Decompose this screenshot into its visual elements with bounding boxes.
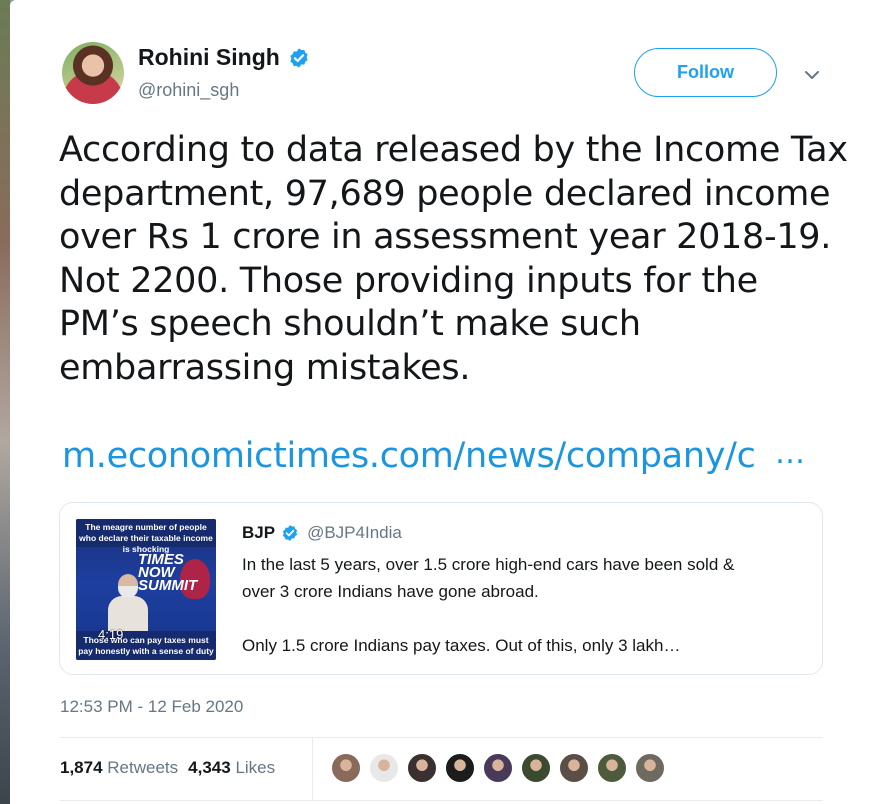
tweet-link[interactable]: m.economictimes.com/news/company/c xyxy=(62,436,756,476)
retweets-label: Retweets xyxy=(107,758,179,777)
author-handle[interactable]: @rohini_sgh xyxy=(138,80,239,101)
liker-avatar[interactable] xyxy=(330,752,362,784)
follow-button[interactable]: Follow xyxy=(634,48,777,97)
engagement-stats: 1,874 Retweets 4,343 Likes xyxy=(60,758,275,778)
thumbnail-top-caption: The meagre number of people who declare … xyxy=(76,519,216,554)
avatar[interactable] xyxy=(62,42,124,104)
likes-count: 4,343 xyxy=(188,758,231,777)
quoted-author-row: BJP @BJP4India xyxy=(242,523,402,543)
tweet-link-ellipsis[interactable]: … xyxy=(775,436,805,471)
liker-avatar[interactable] xyxy=(368,752,400,784)
tweet-text: According to data released by the Income… xyxy=(59,130,848,388)
speaker-figure xyxy=(106,574,150,636)
liker-avatar[interactable] xyxy=(520,752,552,784)
tweet-card: Rohini Singh @rohini_sgh Follow Accordin… xyxy=(10,0,877,804)
liker-avatar[interactable] xyxy=(444,752,476,784)
divider xyxy=(60,737,823,738)
video-thumbnail[interactable]: The meagre number of people who declare … xyxy=(76,519,216,660)
stats-separator xyxy=(312,738,313,800)
liker-avatar[interactable] xyxy=(558,752,590,784)
retweets-stat[interactable]: 1,874 Retweets xyxy=(60,758,178,778)
background-page xyxy=(0,0,10,804)
likes-stat[interactable]: 4,343 Likes xyxy=(188,758,275,778)
tweet-timestamp[interactable]: 12:53 PM - 12 Feb 2020 xyxy=(60,697,243,717)
verified-badge-icon xyxy=(290,47,308,68)
liker-avatar[interactable] xyxy=(596,752,628,784)
video-duration: 4:19 xyxy=(98,627,124,642)
divider xyxy=(60,800,823,801)
liker-avatar[interactable] xyxy=(634,752,666,784)
liker-avatars xyxy=(330,752,672,784)
author-name-row: Rohini Singh xyxy=(138,44,310,71)
verified-badge-icon xyxy=(283,525,298,541)
chevron-down-icon[interactable] xyxy=(803,66,821,84)
liker-avatar[interactable] xyxy=(482,752,514,784)
thumbnail-bottom-caption: Those who can pay taxes must pay honestl… xyxy=(76,631,216,660)
quoted-author-handle: @BJP4India xyxy=(307,523,402,542)
likes-label: Likes xyxy=(235,758,276,777)
retweets-count: 1,874 xyxy=(60,758,103,777)
liker-avatar[interactable] xyxy=(406,752,438,784)
quoted-tweet[interactable]: The meagre number of people who declare … xyxy=(59,502,823,675)
author-name[interactable]: Rohini Singh xyxy=(138,44,280,71)
quoted-tweet-text: In the last 5 years, over 1.5 crore high… xyxy=(242,555,735,655)
quoted-author-name: BJP xyxy=(242,523,276,542)
